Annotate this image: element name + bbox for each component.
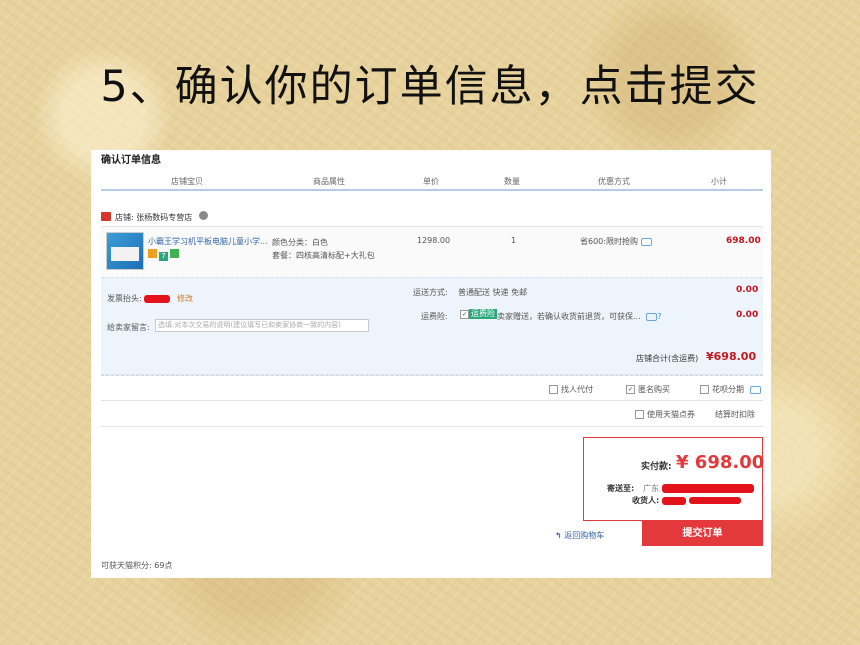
insurance-text: 卖家赠送，若确认收货前退货，可获保... ? <box>497 311 661 322</box>
shop-total-value: ¥698.00 <box>706 350 757 363</box>
redacted-invoice <box>144 294 171 303</box>
insurance-label: 运费险: <box>421 312 448 321</box>
shop-total-label: 店铺合计(含运费) <box>636 354 699 363</box>
points-earned: 可获天猫积分: 69点 <box>101 561 173 570</box>
help-icon[interactable]: ? <box>657 312 661 321</box>
badge-7-icon: 7 <box>159 252 168 261</box>
pay-label: 实付款: <box>641 462 672 472</box>
badge-icon <box>148 249 157 258</box>
product-attributes: 颜色分类：白色 套餐：四核高清标配+大礼包 <box>272 236 375 262</box>
insurance-amount: 0.00 <box>736 310 759 320</box>
shipping-method[interactable]: 普通配送 快递 免邮 <box>458 287 527 298</box>
divider <box>101 374 763 375</box>
divider <box>101 400 763 401</box>
insurance-chat-icon[interactable] <box>646 312 658 321</box>
shop-icon <box>101 212 111 221</box>
column-header-qty: 数量 <box>504 177 520 186</box>
shop-name-link[interactable]: 店铺: 张杨数码专营店 <box>115 212 192 223</box>
pay-for-other-label: 找人代付 <box>561 385 593 394</box>
column-header-price: 单价 <box>423 177 439 186</box>
huabei-label: 花呗分期 <box>712 385 744 394</box>
invoice-label: 发票抬头: <box>107 294 142 303</box>
back-to-cart-label: 返回购物车 <box>564 531 605 540</box>
quantity: 1 <box>511 236 517 245</box>
redacted-receiver-name <box>662 496 686 505</box>
item-subtotal: 698.00 <box>726 236 761 246</box>
huabei-checkbox[interactable] <box>700 385 709 394</box>
pay-amount: ¥ 698.00 <box>676 452 765 473</box>
order-confirm-screenshot: 确认订单信息 店铺宝贝 商品属性 单价 数量 优惠方式 小计 店铺: 张杨数码专… <box>91 150 771 578</box>
attr-package: 套餐：四核高清标配+大礼包 <box>272 251 375 260</box>
insurance-description: 卖家赠送，若确认收货前退货，可获保... <box>497 312 641 321</box>
tmall-points-option[interactable]: 使用天猫点券 <box>635 409 695 420</box>
section-title: 确认订单信息 <box>101 155 161 166</box>
invoice-edit-link[interactable]: 修改 <box>177 293 193 304</box>
address-province: 广东 <box>643 484 659 493</box>
shipping-amount: 0.00 <box>736 285 759 295</box>
message-label: 给卖家留言: <box>107 323 150 332</box>
product-thumbnail[interactable] <box>106 232 144 270</box>
redacted-receiver-phone <box>688 497 741 504</box>
chat-icon[interactable] <box>199 211 208 220</box>
badge-icon <box>170 249 179 258</box>
promo-text: 省600:限时抢购 <box>580 237 638 246</box>
slide-title: 5、确认你的订单信息，点击提交 <box>100 62 760 112</box>
huabei-info-icon[interactable] <box>749 385 761 394</box>
promo-info: 省600:限时抢购 <box>580 236 652 247</box>
shipping-label: 运送方式: <box>413 288 448 297</box>
seller-message-input[interactable]: 选填:对本次交易的说明(建议填写已和卖家协商一致的内容) <box>155 319 369 332</box>
divider <box>101 426 763 427</box>
column-header-subtotal: 小计 <box>711 177 727 186</box>
anonymous-checkbox[interactable]: ✓ <box>626 385 635 394</box>
settle-points-note: 结算时扣除 <box>715 410 755 419</box>
service-badges: 7 <box>148 249 181 261</box>
insurance-tag: 运费险 <box>469 309 497 319</box>
invoice-row: 发票抬头: <box>107 293 171 304</box>
back-arrow-icon: ↰ <box>555 531 562 540</box>
pay-for-other-checkbox[interactable] <box>549 385 558 394</box>
anonymous-label: 匿名购买 <box>638 385 670 394</box>
receiver-label: 收货人: <box>632 496 660 505</box>
column-header-item: 店铺宝贝 <box>171 177 203 186</box>
tmall-points-checkbox[interactable] <box>635 410 644 419</box>
address-label: 寄送至: <box>607 484 635 493</box>
back-to-cart-link[interactable]: ↰ 返回购物车 <box>555 530 604 541</box>
tmall-points-label: 使用天猫点券 <box>647 410 695 419</box>
unit-price: 1298.00 <box>417 236 451 245</box>
huabei-option[interactable]: 花呗分期 <box>700 384 761 395</box>
attr-color: 颜色分类：白色 <box>272 238 328 247</box>
submit-order-button[interactable]: 提交订单 <box>642 521 763 546</box>
item-row <box>101 226 763 277</box>
column-header-promo: 优惠方式 <box>598 177 630 186</box>
promo-detail-icon[interactable] <box>640 237 652 246</box>
address-value: 广东 <box>643 483 754 494</box>
header-divider <box>101 189 763 191</box>
product-title-link[interactable]: 小霸王学习机平板电脑儿童小学... <box>148 236 268 247</box>
column-header-attrs: 商品属性 <box>313 177 345 186</box>
payment-summary-box <box>583 437 763 521</box>
redacted-address <box>661 484 754 493</box>
anonymous-option[interactable]: ✓ 匿名购买 <box>626 384 670 395</box>
receiver-row: 收货人: <box>632 495 741 506</box>
insurance-checkbox[interactable]: ✓ <box>460 310 469 319</box>
pay-for-other-option[interactable]: 找人代付 <box>549 384 593 395</box>
